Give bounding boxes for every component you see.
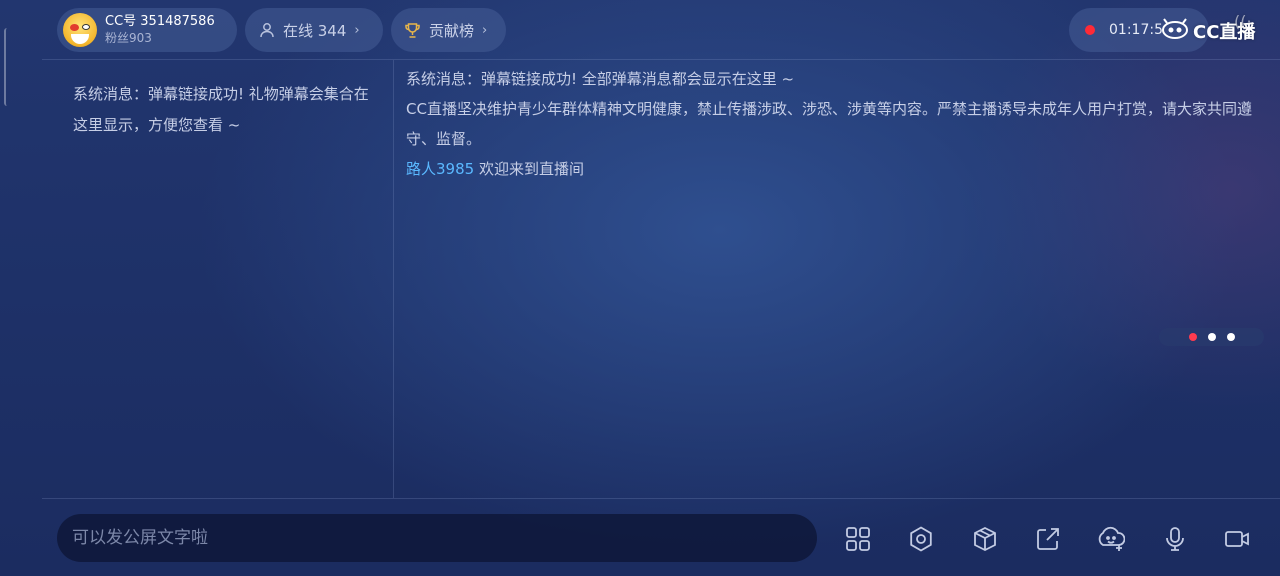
emoji-button[interactable] [1091, 519, 1131, 559]
panel-divider [393, 60, 394, 498]
signal-icon: ((· [1234, 12, 1252, 31]
user-icon [259, 22, 275, 38]
apps-grid-button[interactable] [838, 519, 878, 559]
page-dot[interactable] [1207, 333, 1216, 341]
live-timer-text: 01:17:5 [1109, 22, 1163, 38]
top-bar: CC号 351487586 粉丝903 在线 344 › 贡献榜 › 01:17… [0, 0, 1280, 60]
chat-message: 路人3985 欢迎来到直播间 [406, 154, 1266, 184]
online-count-label: 在线 344 [283, 21, 347, 40]
anchor-info-pill[interactable]: CC号 351487586 粉丝903 [57, 8, 237, 52]
chevron-right-icon: › [482, 22, 488, 38]
settings-button[interactable] [901, 519, 941, 559]
page-dot-active[interactable] [1188, 333, 1197, 341]
chat-message: CC直播坚决维护青少年群体精神文明健康，禁止传播涉政、涉恐、涉黄等内容。严禁主播… [406, 100, 1252, 148]
recording-dot-icon [1085, 25, 1095, 35]
cc-logo-mark-icon [1160, 17, 1190, 45]
trophy-icon [404, 22, 421, 39]
chat-username[interactable]: 路人3985 [406, 160, 474, 178]
anchor-avatar[interactable] [63, 13, 97, 47]
chat-message-text: 欢迎来到直播间 [474, 160, 584, 178]
camera-icon [1225, 531, 1249, 547]
chat-message-list[interactable]: 系统消息：弹幕链接成功! 全部弹幕消息都会显示在这里 ~ CC直播坚决维护青少年… [406, 64, 1266, 184]
contribution-rank-label: 贡献榜 [429, 21, 475, 40]
chevron-right-icon: › [354, 22, 360, 38]
page-dot[interactable] [1226, 333, 1235, 341]
share-button[interactable] [1028, 519, 1068, 559]
online-count-button[interactable]: 在线 344 › [245, 8, 383, 52]
share-icon [1037, 528, 1059, 550]
contribution-rank-button[interactable]: 贡献榜 › [391, 8, 506, 52]
anchor-fans-count: 粉丝903 [105, 30, 152, 45]
microphone-button[interactable] [1155, 519, 1195, 559]
page-indicator[interactable] [1159, 328, 1264, 346]
settings-gear-icon [910, 526, 932, 552]
gift-button[interactable] [965, 519, 1005, 559]
chat-input[interactable] [57, 514, 817, 562]
apps-grid-icon [846, 527, 870, 551]
chat-message: 系统消息：弹幕链接成功! 全部弹幕消息都会显示在这里 ~ [406, 70, 795, 88]
gift-message-panel: 系统消息：弹幕链接成功! 礼物弹幕会集合在这里显示，方便您查看 ~ [58, 60, 393, 498]
emoji-icon [1098, 526, 1125, 551]
cc-live-logo: CC直播 ((· [1160, 12, 1255, 45]
anchor-cc-id: CC号 351487586 [105, 13, 215, 29]
microphone-icon [1166, 527, 1184, 551]
gift-panel-system-message: 系统消息：弹幕链接成功! 礼物弹幕会集合在这里显示，方便您查看 ~ [73, 85, 369, 134]
gift-box-icon [974, 526, 996, 552]
camera-button[interactable] [1217, 519, 1257, 559]
